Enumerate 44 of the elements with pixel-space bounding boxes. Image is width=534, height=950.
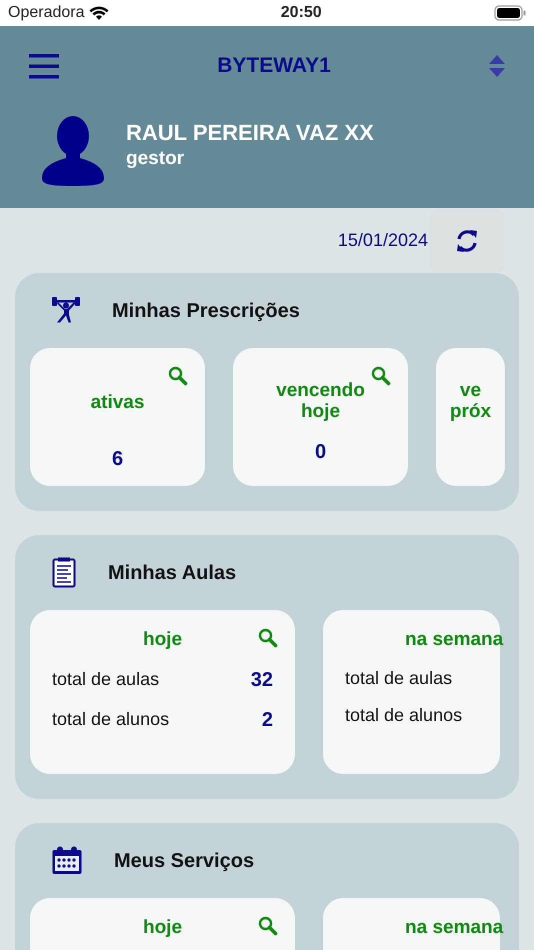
battery-icon (494, 5, 526, 21)
stat-card[interactable]: vencendo hoje 0 (233, 348, 408, 486)
menu-button[interactable] (28, 53, 60, 79)
search-icon[interactable] (371, 366, 391, 386)
card-count: 0 (314, 440, 326, 465)
stat-label: total de aulas (345, 666, 452, 690)
card-title: hoje (142, 918, 182, 939)
refresh-icon (455, 228, 479, 254)
stat-card[interactable]: hoje (30, 898, 295, 950)
weightlifter-icon (52, 296, 80, 325)
stat-label: total de aulas (52, 668, 160, 692)
avatar-icon (42, 116, 104, 188)
refresh-button[interactable] (430, 210, 504, 272)
section-title: Minhas Prescrições (112, 298, 300, 324)
card-count: 6 (112, 446, 124, 472)
section-title: Minhas Aulas (108, 560, 236, 586)
search-icon[interactable] (168, 366, 188, 386)
user-name: RAUL PEREIRA VAZ XX (126, 120, 374, 145)
clipboard-icon (52, 557, 76, 588)
carrier-name: Operadora (8, 3, 84, 23)
menu-icon (28, 53, 60, 79)
search-icon[interactable] (258, 628, 278, 648)
stat-card[interactable]: hoje total de aulas 32 total de alunos 2 (30, 610, 295, 774)
stat-card[interactable]: ativas 6 (30, 348, 205, 486)
search-icon[interactable] (258, 916, 278, 936)
card-label: ve próx (450, 381, 492, 423)
card-title: hoje (142, 630, 182, 651)
wifi-icon (88, 6, 108, 20)
card-label: ativas (90, 393, 144, 414)
stat-card[interactable]: ve próx (436, 348, 505, 486)
app-title: BYTEWAY1 (217, 53, 331, 80)
user-role: gestor (126, 146, 186, 171)
stat-value: 2 (262, 708, 273, 733)
switch-button[interactable] (488, 54, 506, 78)
status-time: 20:50 (280, 3, 322, 23)
date-text: 15/01/2024 (338, 229, 428, 252)
calendar-icon (52, 846, 82, 875)
stat-value: 32 (250, 668, 273, 693)
card-title: na semana (405, 918, 504, 939)
section-title: Meus Serviços (114, 848, 254, 874)
stat-label: total de alunos (345, 704, 462, 727)
sort-icon (488, 54, 506, 78)
stat-label: total de alunos (52, 708, 170, 732)
card-label: vencendo hoje (276, 381, 365, 423)
